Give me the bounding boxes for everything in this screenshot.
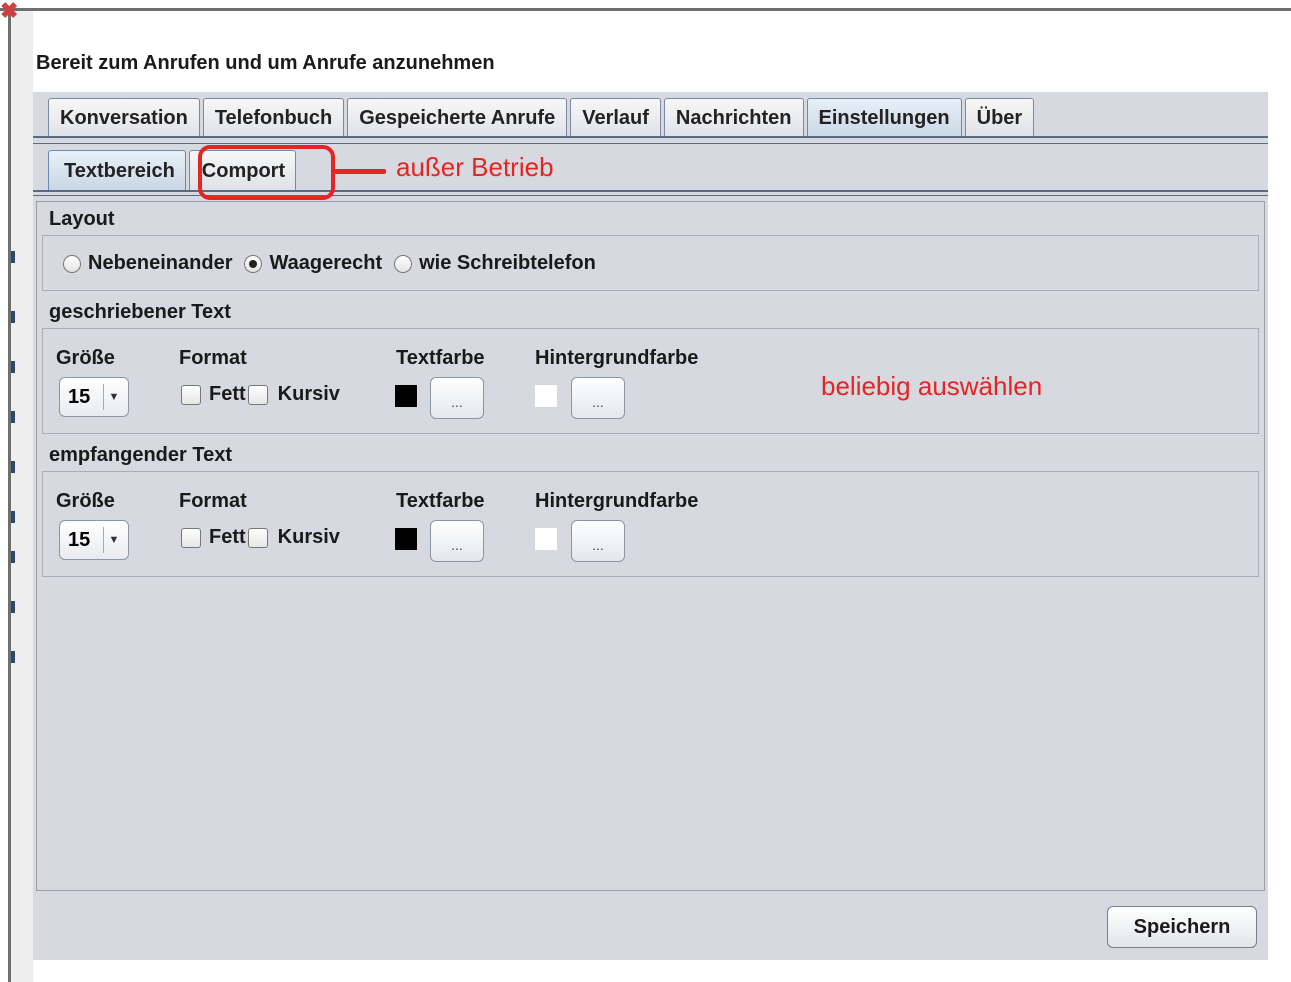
- written-bold-checkbox[interactable]: [181, 384, 201, 405]
- received-textcolor-swatch: [395, 528, 417, 550]
- tab-telefonbuch[interactable]: Telefonbuch: [202, 98, 345, 138]
- written-size-value: 15: [68, 386, 91, 408]
- received-text-group: Größe Format Textfarbe Hintergrundfarbe …: [42, 471, 1259, 577]
- received-bgcolor-label: Hintergrundfarbe: [535, 490, 699, 512]
- received-bgcolor-swatch: [535, 528, 557, 550]
- chevron-down-icon: ▼: [103, 527, 124, 553]
- received-textcolor-label: Textfarbe: [396, 490, 485, 512]
- received-format-options: Fett Kursiv: [181, 526, 340, 549]
- received-bold-checkbox[interactable]: [181, 527, 201, 548]
- window-frame-top: [0, 8, 1291, 11]
- written-italic-label: Kursiv: [277, 383, 340, 405]
- received-bgcolor-button[interactable]: ...: [571, 520, 625, 562]
- tab-nachrichten[interactable]: Nachrichten: [663, 98, 804, 138]
- background-strip: [11, 11, 33, 982]
- written-textcolor-swatch: [395, 385, 417, 407]
- received-text-title: empfangender Text: [49, 444, 232, 466]
- written-italic-checkbox[interactable]: [247, 384, 268, 405]
- radio-waagerecht-label: Waagerecht: [269, 252, 383, 274]
- written-format-label: Format: [179, 347, 247, 369]
- status-text: Bereit zum Anrufen und um Anrufe anzuneh…: [36, 52, 495, 74]
- main-tabs: Konversation Telefonbuch Gespeicherte An…: [48, 98, 1037, 138]
- tab-konversation[interactable]: Konversation: [48, 98, 200, 138]
- written-size-label: Größe: [56, 347, 115, 369]
- received-size-select[interactable]: 15 ▼: [59, 520, 129, 560]
- written-bgcolor-button[interactable]: ...: [571, 377, 625, 419]
- radio-schreibtelefon-label: wie Schreibtelefon: [419, 252, 596, 274]
- written-bold-label: Fett: [209, 383, 246, 405]
- received-italic-checkbox[interactable]: [247, 527, 268, 548]
- tab-divider: [33, 136, 1268, 144]
- layout-options: Nebeneinander Waagerecht wie Schreibtele…: [61, 252, 596, 275]
- layout-title: Layout: [49, 208, 115, 230]
- close-icon[interactable]: ✖: [0, 0, 18, 22]
- status-bar: Bereit zum Anrufen und um Anrufe anzuneh…: [33, 38, 1268, 92]
- written-textcolor-button[interactable]: ...: [430, 377, 484, 419]
- written-bgcolor-swatch: [535, 385, 557, 407]
- received-size-value: 15: [68, 529, 91, 551]
- annotation-color-note: beliebig auswählen: [821, 371, 1043, 401]
- received-format-label: Format: [179, 490, 247, 512]
- annotation-comport-note: außer Betrieb: [396, 152, 554, 182]
- layout-group: Nebeneinander Waagerecht wie Schreibtele…: [42, 235, 1259, 291]
- annotation-highlight-box: [198, 145, 335, 200]
- tab-verlauf[interactable]: Verlauf: [570, 98, 661, 138]
- radio-nebeneinander[interactable]: [63, 254, 81, 273]
- tab-ueber[interactable]: Über: [964, 98, 1035, 138]
- written-textcolor-label: Textfarbe: [396, 347, 485, 369]
- radio-schreibtelefon[interactable]: [394, 254, 413, 273]
- radio-waagerecht[interactable]: [244, 254, 263, 273]
- save-button[interactable]: Speichern: [1107, 906, 1257, 948]
- subtab-textbereich[interactable]: Textbereich: [48, 150, 186, 190]
- written-size-select[interactable]: 15 ▼: [59, 377, 129, 417]
- radio-nebeneinander-label: Nebeneinander: [88, 252, 233, 274]
- received-bold-label: Fett: [209, 526, 246, 548]
- written-bgcolor-label: Hintergrundfarbe: [535, 347, 699, 369]
- written-text-title: geschriebener Text: [49, 301, 231, 323]
- tab-gespeicherte-anrufe[interactable]: Gespeicherte Anrufe: [347, 98, 568, 138]
- annotation-arrow-line: [334, 169, 386, 174]
- received-size-label: Größe: [56, 490, 115, 512]
- received-textcolor-button[interactable]: ...: [430, 520, 484, 562]
- written-text-group: Größe Format Textfarbe Hintergrundfarbe …: [42, 328, 1259, 434]
- chevron-down-icon: ▼: [103, 384, 124, 410]
- written-format-options: Fett Kursiv: [181, 383, 340, 406]
- tab-einstellungen[interactable]: Einstellungen: [806, 98, 962, 138]
- textbereich-panel: Layout Nebeneinander Waagerecht wie Schr…: [36, 201, 1265, 891]
- received-italic-label: Kursiv: [277, 526, 340, 548]
